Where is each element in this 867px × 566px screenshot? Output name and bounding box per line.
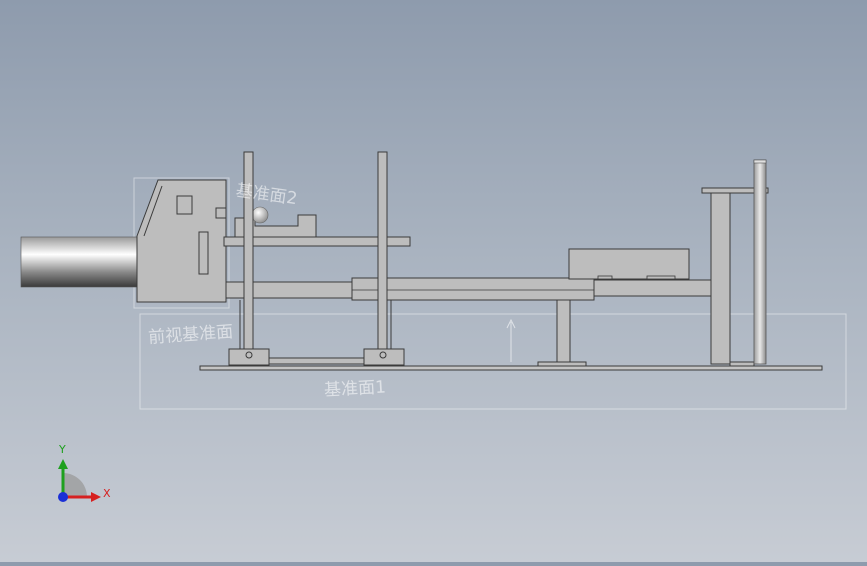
box-tab-1 (597, 275, 613, 280)
motor-box[interactable] (568, 248, 690, 280)
housing-window[interactable] (176, 195, 193, 215)
support-foot[interactable] (537, 361, 587, 367)
housing-slot[interactable] (198, 231, 209, 275)
x-axis-label: X (103, 487, 111, 500)
foot-right-bolt (379, 351, 387, 359)
round-post-cap (753, 159, 767, 164)
y-axis-label: Y (59, 443, 66, 456)
tower-foot[interactable] (729, 361, 755, 367)
foot-link[interactable] (268, 357, 365, 365)
knob-ball[interactable] (251, 206, 269, 224)
base-plate[interactable] (199, 365, 823, 371)
foot-left-bolt (245, 351, 253, 359)
graphics-viewport[interactable]: 基准面2 前视基准面 基准面1 Y X (0, 0, 867, 562)
base-plane-label[interactable]: 基准面1 (323, 372, 387, 400)
support-leg[interactable] (556, 299, 571, 366)
carriage-bar[interactable] (351, 277, 595, 301)
housing-notch (215, 207, 227, 219)
x-arrow-head (91, 492, 101, 502)
plane-normal-arrow (506, 318, 516, 362)
cylinder[interactable] (20, 236, 139, 288)
z-axis-dot (58, 492, 68, 502)
reference-triad[interactable] (45, 447, 115, 517)
box-tab-2 (646, 275, 676, 280)
y-arrow-head (58, 459, 68, 469)
round-post[interactable] (753, 159, 767, 365)
right-tower[interactable] (710, 191, 731, 365)
model-view[interactable] (0, 0, 867, 562)
frame-post-right[interactable] (377, 151, 388, 363)
triad-arc (63, 473, 87, 497)
right-arm[interactable] (593, 279, 713, 297)
